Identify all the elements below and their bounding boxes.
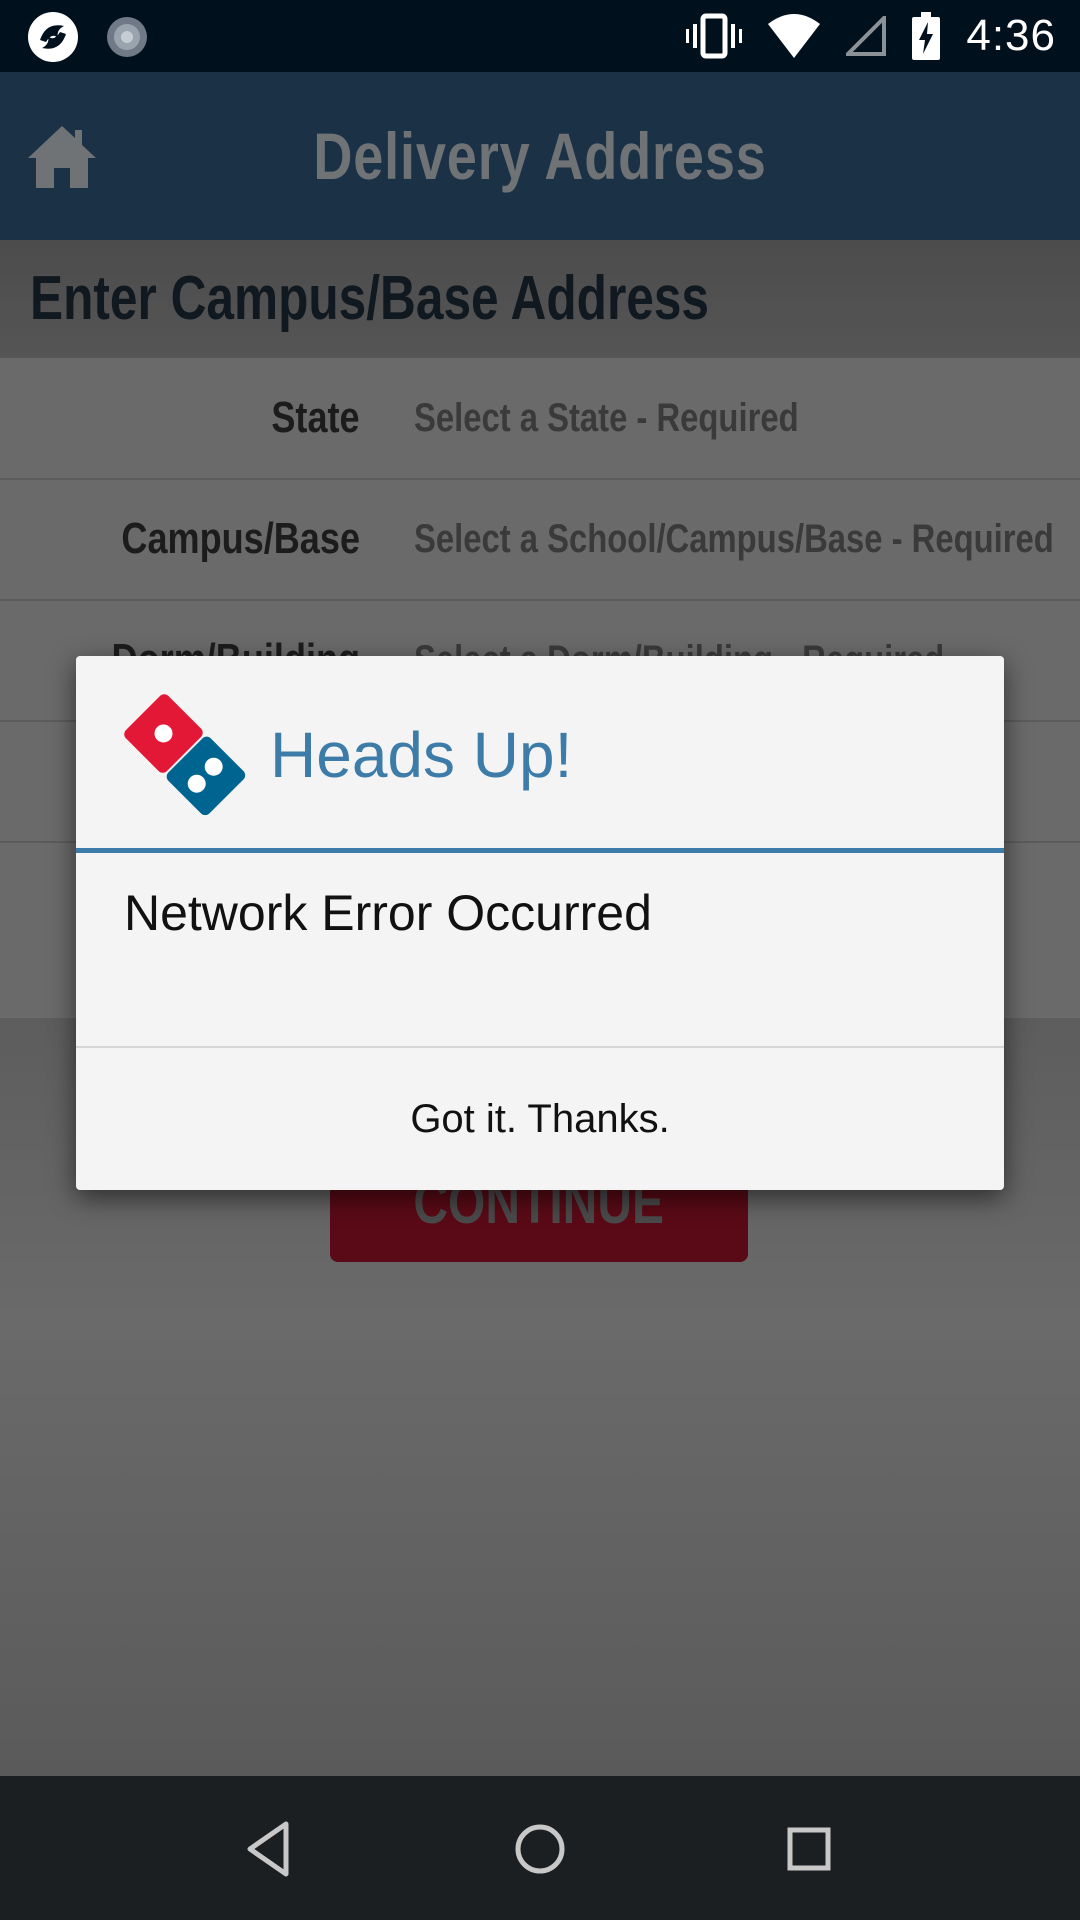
dialog-title: Heads Up! [270,719,573,791]
section-heading-text: Enter Campus/Base Address [30,264,710,333]
campus-select[interactable]: Select a School/Campus/Base - Required [414,479,1054,599]
app-header: Delivery Address [0,72,1080,240]
section-heading: Enter Campus/Base Address [0,240,1080,358]
sync-notification-icon [107,17,147,57]
dialog-message: Network Error Occurred [124,885,652,941]
dialog-header: Heads Up! [76,656,1004,853]
status-bar: 4:36 [0,0,1080,72]
state-label: State [271,393,360,442]
error-dialog: Heads Up! Network Error Occurred Got it.… [76,656,1004,1190]
dismiss-button[interactable]: Got it. Thanks. [76,1048,1004,1190]
vibrate-icon [686,13,743,59]
state-row[interactable]: State Select a State - Required [0,358,1080,480]
battery-charging-icon [912,12,941,60]
cell-signal-icon [846,16,887,56]
app-notification-icon [28,12,78,62]
navigation-bar [0,1776,1080,1920]
page-title: Delivery Address [313,119,767,193]
recents-icon[interactable] [774,1814,844,1884]
campus-row[interactable]: Campus/Base Select a School/Campus/Base … [0,479,1080,601]
back-icon[interactable] [234,1814,304,1884]
state-select[interactable]: Select a State - Required [414,358,799,478]
campus-label: Campus/Base [121,514,360,563]
wifi-icon [768,14,821,58]
status-right-icons: 4:36 [686,0,1056,72]
home-circle-icon[interactable] [505,1814,575,1884]
dominos-logo-icon [124,694,246,816]
home-icon[interactable] [26,122,98,190]
screen: 4:36 Delivery Address Enter Campus/Base … [0,0,1080,1920]
status-left-icons [26,10,150,64]
status-clock: 4:36 [966,11,1056,60]
